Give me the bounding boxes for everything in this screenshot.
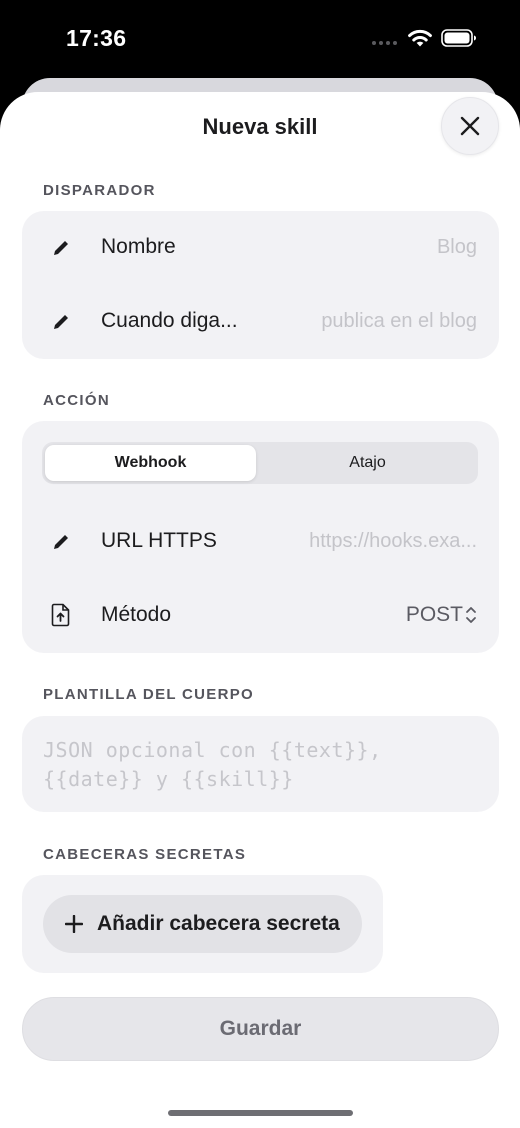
pencil-icon bbox=[54, 241, 68, 255]
name-field-row[interactable]: Nombre Blog bbox=[22, 211, 499, 285]
chevron-up-down-icon bbox=[466, 607, 476, 623]
action-type-segmented-control: Webhook Atajo bbox=[42, 442, 478, 484]
segment-shortcut[interactable]: Atajo bbox=[260, 445, 475, 481]
url-field-input[interactable]: https://hooks.exa... bbox=[309, 530, 477, 553]
document-upload-icon bbox=[51, 603, 70, 627]
url-field-row[interactable]: URL HTTPS https://hooks.exa... bbox=[22, 505, 499, 579]
method-label: Método bbox=[101, 603, 172, 626]
method-value[interactable]: POST bbox=[406, 603, 463, 627]
action-card: Webhook Atajo URL HTTPS https://hooks.ex… bbox=[22, 421, 499, 653]
plus-icon bbox=[65, 915, 83, 933]
cellular-signal-icon bbox=[372, 41, 397, 45]
phrase-field-label: Cuando diga... bbox=[101, 309, 238, 332]
add-secret-header-label: Añadir cabecera secreta bbox=[97, 912, 340, 935]
secret-headers-card: Añadir cabecera secreta bbox=[22, 875, 383, 973]
section-header-secret-headers: CABECERAS SECRETAS bbox=[43, 846, 247, 863]
segment-webhook[interactable]: Webhook bbox=[45, 445, 256, 481]
body-template-textarea[interactable]: JSON opcional con {{text}}, {{date}} y {… bbox=[22, 716, 499, 812]
name-field-input[interactable]: Blog bbox=[437, 236, 477, 259]
wifi-icon bbox=[408, 29, 432, 47]
status-time: 17:36 bbox=[66, 25, 127, 51]
section-header-action: ACCIÓN bbox=[43, 392, 110, 409]
pencil-icon bbox=[54, 315, 68, 329]
close-button[interactable] bbox=[441, 97, 499, 155]
status-bar: 17:36 bbox=[0, 0, 520, 78]
home-indicator bbox=[168, 1110, 353, 1116]
name-field-label: Nombre bbox=[101, 235, 176, 258]
method-picker-row[interactable]: Método POST bbox=[22, 579, 499, 653]
section-header-trigger: DISPARADOR bbox=[43, 182, 156, 199]
battery-icon bbox=[441, 29, 476, 47]
xmark-icon bbox=[460, 116, 480, 136]
phrase-field-row[interactable]: Cuando diga... publica en el blog bbox=[22, 285, 499, 359]
save-button[interactable]: Guardar bbox=[22, 997, 499, 1061]
url-field-label: URL HTTPS bbox=[101, 529, 217, 552]
pencil-icon bbox=[54, 535, 68, 549]
add-secret-header-button[interactable]: Añadir cabecera secreta bbox=[43, 895, 362, 953]
trigger-card: Nombre Blog Cuando diga... publica en el… bbox=[22, 211, 499, 359]
section-header-body-template: PLANTILLA DEL CUERPO bbox=[43, 686, 255, 703]
phrase-field-input[interactable]: publica en el blog bbox=[321, 310, 477, 333]
